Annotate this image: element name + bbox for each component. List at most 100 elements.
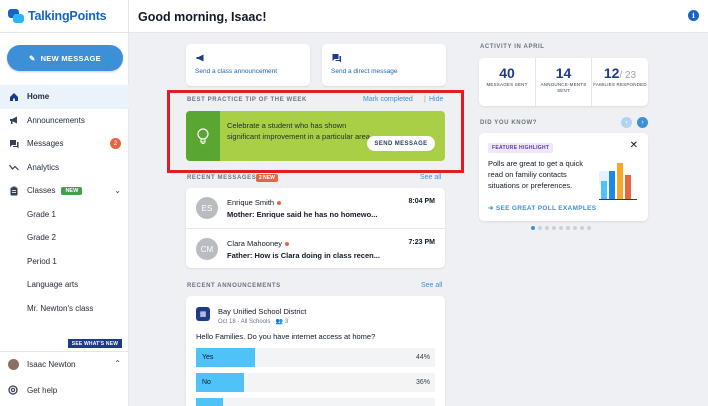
recent-messages-label: RECENT MESSAGES: [187, 175, 257, 181]
school-building-icon: ▦: [196, 307, 210, 321]
sidebar-item-messages[interactable]: Messages 2: [0, 132, 129, 156]
chat-icon: [331, 53, 342, 65]
sidebar-item-announcements[interactable]: Announcements: [0, 109, 129, 133]
announcement-meta: Oct 18 · All Schools · 👥 3: [218, 319, 289, 325]
sidebar-class-item[interactable]: Period 1: [0, 250, 129, 274]
carousel-dot[interactable]: [566, 226, 570, 230]
carousel-dot[interactable]: [573, 226, 577, 230]
stat-announcements-sent: 14 ANNOUNCE-MENTS SENT: [535, 58, 591, 106]
sidebar: TalkingPoints ✎ NEW MESSAGE Home Announc…: [0, 0, 129, 406]
chat-icon: [8, 138, 19, 149]
class-announcement-card[interactable]: Send a class announcement: [186, 44, 310, 86]
get-help-label: Get help: [27, 386, 58, 395]
message-row[interactable]: ES Enrique Smith Mother: Enrique said he…: [186, 188, 445, 228]
page-title: Good morning, Isaac!: [138, 10, 267, 24]
info-icon[interactable]: i: [688, 10, 699, 21]
poll-option-percent: 44%: [415, 354, 430, 361]
class-label: Period 1: [27, 256, 57, 266]
stat-value: 40: [499, 65, 515, 81]
stat-label: ANNOUNCE-MENTS SENT: [540, 82, 587, 93]
stat-label: FAMILIES RESPONDED: [593, 82, 647, 87]
mark-completed-link[interactable]: Mark completed: [363, 96, 413, 103]
stat-denominator: / 23: [619, 70, 637, 81]
poll-option-label: Yes: [202, 354, 214, 361]
chevron-down-icon[interactable]: ⌄: [114, 186, 121, 195]
see-whats-new-button[interactable]: SEE WHAT'S NEW: [68, 339, 122, 348]
send-message-button[interactable]: SEND MESSAGE: [367, 136, 435, 151]
carousel-dot[interactable]: [545, 226, 549, 230]
stat-messages-sent: 40 MESSAGES SENT: [479, 58, 535, 106]
announcement-sender: Bay Unified School District: [218, 307, 307, 316]
logo[interactable]: TalkingPoints: [8, 9, 107, 23]
sidebar-item-label: Analytics: [27, 162, 60, 172]
poll-option: No 36%: [196, 373, 435, 392]
see-poll-examples-link[interactable]: ➔ SEE GREAT POLL EXAMPLES: [488, 204, 596, 212]
message-preview: Mother: Enrique said he has no homewo...: [227, 210, 378, 219]
avatar: [8, 358, 19, 370]
stat-value: 12/ 23: [603, 65, 637, 81]
recent-announcements-label: RECENT ANNOUNCEMENTS: [187, 283, 281, 289]
tip-text: Celebrate a student who has shown signif…: [227, 121, 373, 141]
class-label: Grade 1: [27, 209, 56, 219]
direct-message-card[interactable]: Send a direct message: [322, 44, 446, 86]
carousel-dot[interactable]: [531, 226, 535, 230]
sidebar-nav: Home Announcements Messages 2 Analytics: [0, 85, 129, 320]
lightbulb-icon: [186, 111, 220, 161]
app-name: TalkingPoints: [28, 9, 107, 23]
megaphone-icon: [195, 53, 206, 65]
hide-tip-link[interactable]: Hide: [429, 96, 443, 103]
avatar: ES: [196, 197, 218, 219]
poll-option: Yes 44%: [196, 348, 435, 367]
sidebar-item-label: Classes: [27, 186, 56, 196]
home-icon: [8, 91, 19, 102]
sidebar-item-home[interactable]: Home: [0, 85, 129, 109]
carousel-dot[interactable]: [580, 226, 584, 230]
sidebar-item-label: Announcements: [27, 115, 85, 125]
clipboard-icon: [8, 185, 19, 196]
separator: |: [424, 96, 426, 103]
class-announcement-label: Send a class announcement: [195, 68, 278, 75]
carousel-dot[interactable]: [552, 226, 556, 230]
class-label: Language arts: [27, 280, 79, 290]
stat-value: 14: [555, 65, 572, 81]
chat-bubbles-icon: [8, 9, 24, 23]
direct-message-label: Send a direct message: [331, 68, 398, 75]
pencil-icon: ✎: [29, 53, 36, 63]
class-label: Mr. Newton's class: [27, 303, 94, 313]
chevron-up-icon[interactable]: ⌃: [114, 359, 121, 368]
get-help-link[interactable]: Get help: [0, 378, 129, 403]
message-sender: Clara Mahooney: [227, 239, 290, 248]
message-preview: Father: How is Clara doing in class rece…: [227, 251, 380, 260]
see-all-messages-link[interactable]: See all: [420, 174, 441, 181]
sidebar-class-item[interactable]: Mr. Newton's class: [0, 297, 129, 321]
carousel-dot[interactable]: [559, 226, 563, 230]
sidebar-item-analytics[interactable]: Analytics: [0, 156, 129, 180]
link-label: SEE GREAT POLL EXAMPLES: [495, 205, 597, 212]
sidebar-item-label: Home: [27, 92, 50, 102]
bar-chart-illustration-icon: [599, 163, 637, 200]
see-all-announcements-link[interactable]: See all: [421, 282, 442, 289]
new-message-label: NEW MESSAGE: [40, 53, 101, 63]
sidebar-class-item[interactable]: Grade 2: [0, 226, 129, 250]
sidebar-item-classes[interactable]: Classes NEW ⌄: [0, 179, 129, 203]
unread-dot: [285, 242, 290, 247]
did-you-know-text: Polls are great to get a quick read on f…: [488, 159, 584, 190]
message-time: 7:23 PM: [408, 239, 435, 246]
announcement-card: ▦ Bay Unified School District Oct 18 · A…: [186, 296, 445, 406]
next-arrow-icon[interactable]: ›: [637, 117, 648, 128]
tip-card: Celebrate a student who has shown signif…: [186, 111, 445, 161]
user-menu[interactable]: Isaac Newton ⌃: [0, 351, 129, 376]
feature-tag: FEATURE HIGHLIGHT: [488, 143, 554, 153]
message-row[interactable]: CM Clara Mahooney Father: How is Clara d…: [186, 228, 445, 268]
message-sender: Enrique Smith: [227, 198, 282, 207]
sidebar-class-item[interactable]: Language arts: [0, 273, 129, 297]
did-you-know-card: FEATURE HIGHLIGHT ✕ Polls are great to g…: [479, 133, 648, 221]
activity-stats-card: 40 MESSAGES SENT 14 ANNOUNCE-MENTS SENT …: [479, 58, 648, 106]
did-you-know-label: DID YOU KNOW?: [480, 120, 538, 126]
carousel-dot[interactable]: [587, 226, 591, 230]
new-message-button[interactable]: ✎ NEW MESSAGE: [7, 45, 123, 71]
prev-arrow-icon[interactable]: ‹: [621, 117, 632, 128]
close-icon[interactable]: ✕: [630, 140, 638, 151]
carousel-dot[interactable]: [538, 226, 542, 230]
sidebar-class-item[interactable]: Grade 1: [0, 203, 129, 227]
